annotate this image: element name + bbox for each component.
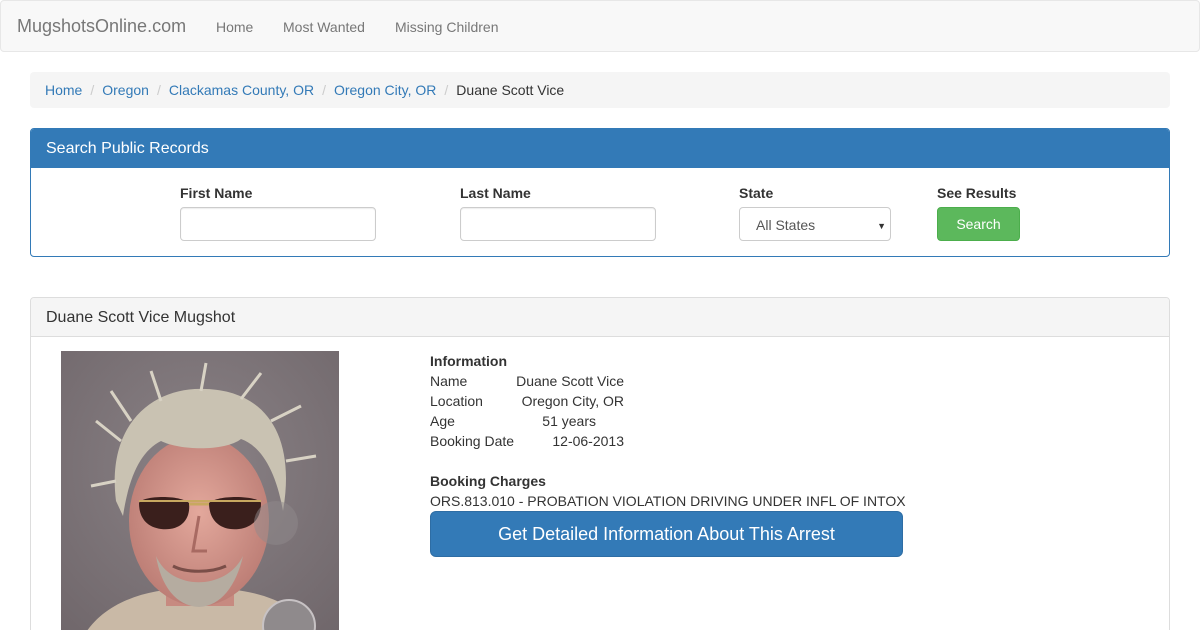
info-value: Duane Scott Vice xyxy=(516,373,624,389)
nav-link-missing-children[interactable]: Missing Children xyxy=(395,18,498,36)
info-key: Name xyxy=(430,373,468,389)
info-row-location: Location Oregon City, OR xyxy=(430,391,624,411)
info-key: Age xyxy=(430,413,455,429)
info-row-name: Name Duane Scott Vice xyxy=(430,371,624,391)
breadcrumb: Home / Oregon / Clackamas County, OR / O… xyxy=(30,72,1170,108)
breadcrumb-separator: / xyxy=(322,82,326,98)
first-name-label: First Name xyxy=(180,185,253,201)
nav-link-most-wanted[interactable]: Most Wanted xyxy=(283,18,365,36)
booking-charge: ORS.813.010 - PROBATION VIOLATION DRIVIN… xyxy=(430,493,906,509)
info-value: 51 years xyxy=(542,413,596,429)
state-select-value: All States xyxy=(756,217,816,233)
search-button[interactable]: Search xyxy=(937,207,1020,241)
mugshot-panel: Duane Scott Vice Mugshot Information Nam… xyxy=(30,297,1170,630)
booking-charges-title: Booking Charges xyxy=(430,473,546,489)
search-panel: Search Public Records First Name Last Na… xyxy=(30,128,1170,257)
nav-link-home[interactable]: Home xyxy=(216,18,253,36)
breadcrumb-oregon-city[interactable]: Oregon City, OR xyxy=(334,82,436,98)
breadcrumb-separator: / xyxy=(444,82,449,98)
state-label: State xyxy=(739,185,774,201)
info-key: Location xyxy=(430,393,483,409)
navbar: MugshotsOnline.com Home Most Wanted Miss… xyxy=(0,0,1200,52)
caret-down-icon: ▼ xyxy=(877,221,886,231)
state-select[interactable]: All States ▼ xyxy=(739,207,891,241)
last-name-input[interactable] xyxy=(460,207,656,241)
last-name-label: Last Name xyxy=(460,185,531,201)
mugshot-panel-heading: Duane Scott Vice Mugshot xyxy=(31,298,1169,337)
info-value: 12-06-2013 xyxy=(552,433,624,449)
search-panel-heading: Search Public Records xyxy=(31,129,1169,168)
see-results-label: See Results xyxy=(937,185,1017,201)
info-value: Oregon City, OR xyxy=(521,393,624,409)
breadcrumb-home[interactable]: Home xyxy=(45,82,82,98)
breadcrumb-clackamas-county[interactable]: Clackamas County, OR xyxy=(169,82,314,98)
brand-link[interactable]: MugshotsOnline.com xyxy=(17,16,186,36)
breadcrumb-oregon[interactable]: Oregon xyxy=(102,82,149,98)
breadcrumb-current: Duane Scott Vice xyxy=(456,82,565,98)
information-title: Information xyxy=(430,353,507,369)
breadcrumb-separator: / xyxy=(156,82,161,98)
breadcrumb-separator: / xyxy=(90,82,95,98)
first-name-input[interactable] xyxy=(180,207,376,241)
info-row-booking-date: Booking Date 12-06-2013 xyxy=(430,431,624,451)
info-row-age: Age 51 years xyxy=(430,411,596,431)
detailed-information-button[interactable]: Get Detailed Information About This Arre… xyxy=(430,511,903,557)
info-key: Booking Date xyxy=(430,433,515,449)
mugshot-photo xyxy=(61,351,339,630)
